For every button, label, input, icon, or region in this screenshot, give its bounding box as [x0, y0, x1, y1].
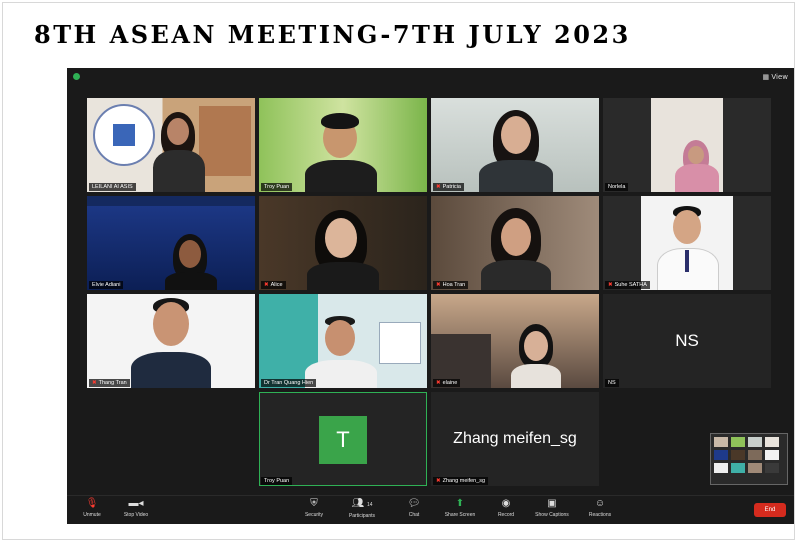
share-screen-icon: ⬆	[455, 498, 465, 509]
show-captions-button[interactable]: ▣ Show Captions	[527, 498, 577, 518]
video-tile[interactable]: ✖ Thang Tran	[87, 294, 255, 388]
participant-name: Troy Puan	[261, 477, 293, 485]
mic-muted-icon: ✖	[436, 282, 441, 288]
shield-icon: ⛨	[310, 498, 318, 509]
video-tile[interactable]: LEILANI AI ASIS	[87, 98, 255, 192]
video-tile[interactable]: Zhang meifen_sg ✖ Zhang meifen_sg	[431, 392, 599, 486]
participant-name: ✖ Zhang meifen_sg	[433, 477, 489, 485]
participant-initials: NS	[675, 331, 699, 350]
participant-name: ✖ Suhe SATHA	[605, 281, 650, 289]
mic-muted-icon: ✖	[436, 380, 441, 386]
video-tile[interactable]: ✖ elaine	[431, 294, 599, 388]
video-tile[interactable]: ✖ Alice	[259, 196, 427, 290]
participant-name: ✖ Thang Tran	[89, 379, 130, 387]
building-background	[199, 106, 251, 176]
participant-name: Norlela	[605, 183, 629, 191]
zoom-window: ▦ View LEILANI AI ASIS Troy Puan ✖ Patric…	[67, 68, 794, 524]
video-tile[interactable]: ✖ Hoa Tran	[431, 196, 599, 290]
video-tile[interactable]: Norlela	[603, 98, 771, 192]
record-icon: ◉	[501, 498, 511, 509]
captions-icon: ▣	[547, 498, 557, 509]
share-screen-button[interactable]: ⬆ Share Screen	[435, 498, 485, 518]
video-tile[interactable]: Elvie Adiani	[87, 196, 255, 290]
mic-muted-icon: ✖	[436, 478, 441, 484]
mic-muted-icon: 🎙︎	[85, 498, 99, 509]
chat-bubble-icon: 💬︎	[407, 498, 421, 509]
security-button[interactable]: ⛨ Security	[289, 498, 339, 518]
participants-button[interactable]: 👥︎ 14 Participants	[337, 498, 387, 519]
participant-name: LEILANI AI ASIS	[89, 183, 136, 191]
unmute-button[interactable]: 🎙︎ Unmute	[67, 498, 117, 518]
meeting-toolbar: 🎙︎ Unmute ▬◂ Stop Video ⛨ Security 👥︎ 14 Par…	[67, 495, 794, 524]
reactions-button[interactable]: ☺ Reactions	[575, 498, 625, 518]
participant-name: Elvie Adiani	[89, 281, 124, 289]
record-button[interactable]: ◉ Record	[481, 498, 531, 518]
university-seal-logo	[93, 104, 155, 166]
smiley-icon: ☺	[594, 498, 606, 509]
video-tile[interactable]: ✖ Suhe SATHA	[603, 196, 771, 290]
participants-icon: 👥︎ 14	[351, 498, 373, 509]
mic-muted-icon: ✖	[436, 184, 441, 190]
minimized-gallery-thumbnail[interactable]	[710, 433, 788, 485]
banner-sign	[379, 322, 421, 364]
chat-button[interactable]: 💬︎ Chat	[389, 498, 439, 518]
view-button[interactable]: ▦ View	[763, 73, 788, 81]
video-tile[interactable]: Troy Puan	[259, 98, 427, 192]
video-tile[interactable]: NS NS	[603, 294, 771, 388]
video-tile[interactable]: ✖ Patricia	[431, 98, 599, 192]
shield-icon[interactable]	[73, 73, 80, 80]
participant-name: ✖ Hoa Tran	[433, 281, 469, 289]
video-camera-icon: ▬◂	[128, 498, 144, 509]
mic-muted-icon: ✖	[92, 380, 97, 386]
view-label: View	[771, 73, 788, 81]
end-meeting-button[interactable]: End	[754, 503, 786, 517]
participant-name: ✖ Alice	[261, 281, 286, 289]
participant-display-name: Zhang meifen_sg	[453, 430, 577, 447]
zoom-top-bar: ▦ View	[67, 68, 794, 86]
mic-muted-icon: ✖	[264, 282, 269, 288]
participant-avatar: T	[319, 416, 367, 464]
participant-name: NS	[605, 379, 619, 387]
participant-name: Troy Puan	[261, 183, 293, 191]
slide-title: 8TH ASEAN MEETING-7TH JULY 2023	[34, 20, 631, 49]
mic-muted-icon: ✖	[608, 282, 613, 288]
participant-name: ✖ Patricia	[433, 183, 464, 191]
video-tile-active-speaker[interactable]: T Troy Puan	[259, 392, 427, 486]
participant-name: Dr Tran Quang Hien	[261, 379, 317, 387]
video-tile[interactable]: Dr Tran Quang Hien	[259, 294, 427, 388]
stop-video-button[interactable]: ▬◂ Stop Video	[111, 498, 161, 518]
participant-name: ✖ elaine	[433, 379, 461, 387]
